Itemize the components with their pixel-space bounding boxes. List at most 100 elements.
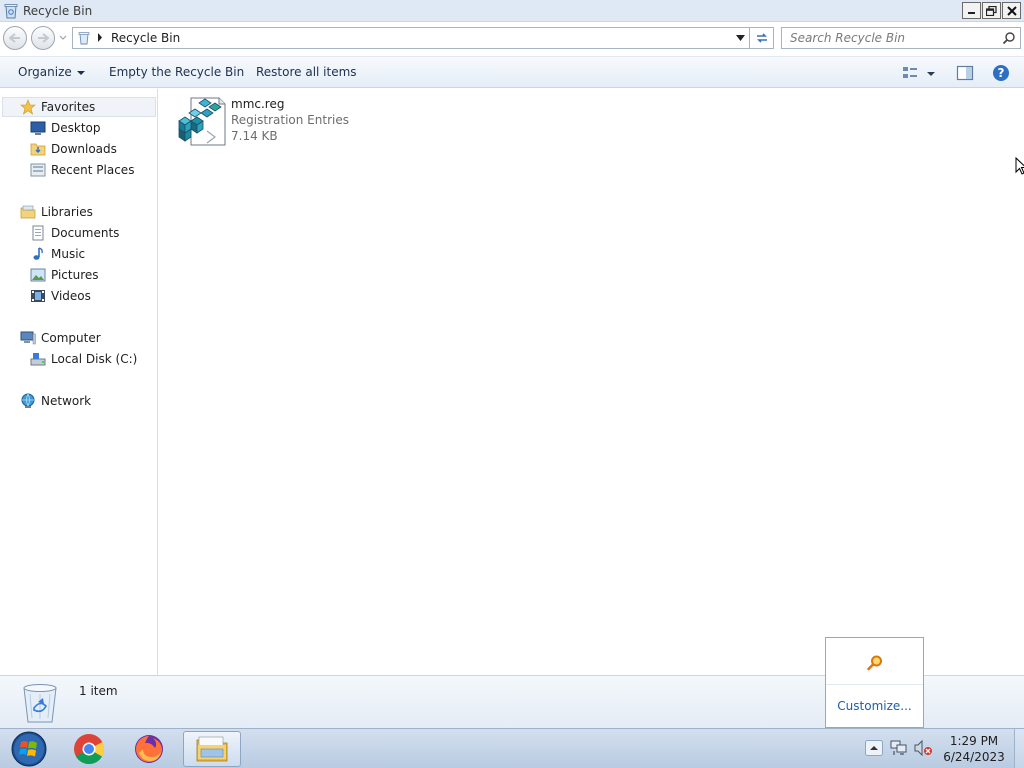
nav-item-label: Local Disk (C:) xyxy=(51,352,138,366)
chrome-icon xyxy=(74,734,105,765)
nav-item-recent-places[interactable]: Recent Places xyxy=(30,160,134,180)
address-row: Recycle Bin Search Recycle Bin xyxy=(0,22,1024,56)
network-tray[interactable] xyxy=(888,737,910,759)
nav-libraries-label: Libraries xyxy=(41,205,93,219)
nav-favorites[interactable]: Favorites xyxy=(20,97,95,117)
clock-date: 6/24/2023 xyxy=(943,750,1005,764)
taskbar-firefox[interactable] xyxy=(120,731,178,767)
nav-item-music[interactable]: Music xyxy=(30,244,85,264)
organize-label: Organize xyxy=(18,65,72,79)
volume-muted-icon xyxy=(914,739,932,757)
back-arrow-icon xyxy=(9,33,20,43)
star-icon xyxy=(20,99,36,115)
forward-button[interactable] xyxy=(31,26,55,50)
restore-all-items-button[interactable]: Restore all items xyxy=(256,65,357,79)
chevron-down-icon[interactable] xyxy=(736,35,745,41)
caret-down-icon xyxy=(76,70,85,75)
refresh-icon xyxy=(756,33,767,43)
network-status-icon xyxy=(890,740,907,755)
documents-icon xyxy=(32,225,44,241)
chevron-right-icon[interactable] xyxy=(97,33,103,42)
show-hidden-icons-button[interactable] xyxy=(863,737,885,759)
close-button[interactable] xyxy=(1002,2,1021,19)
help-icon[interactable]: ? xyxy=(992,64,1010,82)
customize-link[interactable]: Customize... xyxy=(826,699,923,713)
recent-pages-dropdown[interactable] xyxy=(58,34,68,42)
nav-item-label: Music xyxy=(51,247,86,261)
start-orb-icon xyxy=(11,731,47,767)
customize-popup: Customize... xyxy=(825,637,924,728)
volume-tray[interactable] xyxy=(912,737,934,759)
file-list: mmc.reg Registration Entries 7.14 KB xyxy=(159,89,1024,675)
registry-file-icon xyxy=(178,97,226,146)
file-size: 7.14 KB xyxy=(231,129,278,143)
system-clock[interactable]: 1:29 PM 6/24/2023 xyxy=(938,733,1010,765)
file-name: mmc.reg xyxy=(231,97,285,111)
nav-computer[interactable]: Computer xyxy=(20,328,101,348)
svg-text:?: ? xyxy=(998,66,1005,80)
close-icon xyxy=(1006,5,1017,16)
nav-item-downloads[interactable]: Downloads xyxy=(30,139,117,159)
restore-button[interactable] xyxy=(982,2,1001,19)
nav-libraries[interactable]: Libraries xyxy=(20,202,93,222)
nav-item-label: Desktop xyxy=(51,121,101,135)
nav-item-label: Downloads xyxy=(51,142,117,156)
music-icon xyxy=(33,247,43,260)
explorer-icon xyxy=(196,736,228,762)
refresh-button[interactable] xyxy=(750,27,774,49)
nav-item-documents[interactable]: Documents xyxy=(30,223,119,243)
start-button[interactable] xyxy=(0,731,58,767)
nav-item-label: Pictures xyxy=(51,268,99,282)
restore-icon xyxy=(986,5,997,16)
taskbar-explorer[interactable] xyxy=(183,731,241,767)
nav-network-label: Network xyxy=(41,394,92,408)
downloads-folder-icon xyxy=(30,143,46,156)
file-item[interactable]: mmc.reg Registration Entries 7.14 KB xyxy=(177,95,377,147)
network-icon xyxy=(21,393,35,408)
libraries-icon xyxy=(20,205,36,219)
search-input[interactable]: Search Recycle Bin xyxy=(781,27,1021,49)
address-bar[interactable]: Recycle Bin xyxy=(72,27,750,49)
search-icon xyxy=(867,655,882,671)
back-button[interactable] xyxy=(3,26,27,50)
nav-item-label: Documents xyxy=(51,226,120,240)
computer-icon xyxy=(20,331,36,345)
nav-item-pictures[interactable]: Pictures xyxy=(30,265,99,285)
recycle-bin-icon xyxy=(23,684,57,723)
clock-time: 1:29 PM xyxy=(949,734,999,748)
taskbar: 1:29 PM 6/24/2023 xyxy=(0,728,1024,768)
popup-divider xyxy=(826,684,923,685)
item-count: 1 item xyxy=(79,684,118,698)
nav-network[interactable]: Network xyxy=(20,391,91,411)
show-desktop-button[interactable] xyxy=(1014,729,1024,768)
forward-arrow-icon xyxy=(38,33,49,43)
minimize-button[interactable] xyxy=(962,2,981,19)
pictures-icon xyxy=(30,268,46,282)
preview-pane-icon[interactable] xyxy=(956,64,974,82)
chevron-up-icon xyxy=(865,740,883,756)
nav-item-label: Recent Places xyxy=(51,163,135,177)
organize-menu[interactable]: Organize xyxy=(18,65,85,79)
nav-item-local-disk[interactable]: Local Disk (C:) xyxy=(30,349,137,369)
search-icon[interactable] xyxy=(1002,31,1016,45)
file-type: Registration Entries xyxy=(231,113,349,127)
empty-recycle-bin-button[interactable]: Empty the Recycle Bin xyxy=(109,65,244,79)
mouse-cursor-icon xyxy=(1015,157,1024,175)
videos-icon xyxy=(31,290,45,302)
breadcrumb-recycle-bin[interactable]: Recycle Bin xyxy=(111,31,180,45)
local-disk-icon xyxy=(30,353,46,366)
taskbar-chrome[interactable] xyxy=(60,731,118,767)
recent-places-icon xyxy=(30,163,46,177)
nav-favorites-label: Favorites xyxy=(41,100,96,114)
nav-item-desktop[interactable]: Desktop xyxy=(30,118,101,138)
minimize-icon xyxy=(968,12,975,14)
view-options-icon[interactable] xyxy=(902,64,920,82)
nav-item-videos[interactable]: Videos xyxy=(30,286,91,306)
firefox-icon xyxy=(135,735,163,763)
recycle-bin-icon xyxy=(4,4,18,19)
search-placeholder: Search Recycle Bin xyxy=(790,31,906,45)
view-dropdown-icon[interactable] xyxy=(926,64,936,82)
nav-computer-label: Computer xyxy=(41,331,101,345)
window-title: Recycle Bin xyxy=(23,4,93,18)
navigation-pane: Favorites Desktop Downloads Recent Place… xyxy=(0,89,158,675)
